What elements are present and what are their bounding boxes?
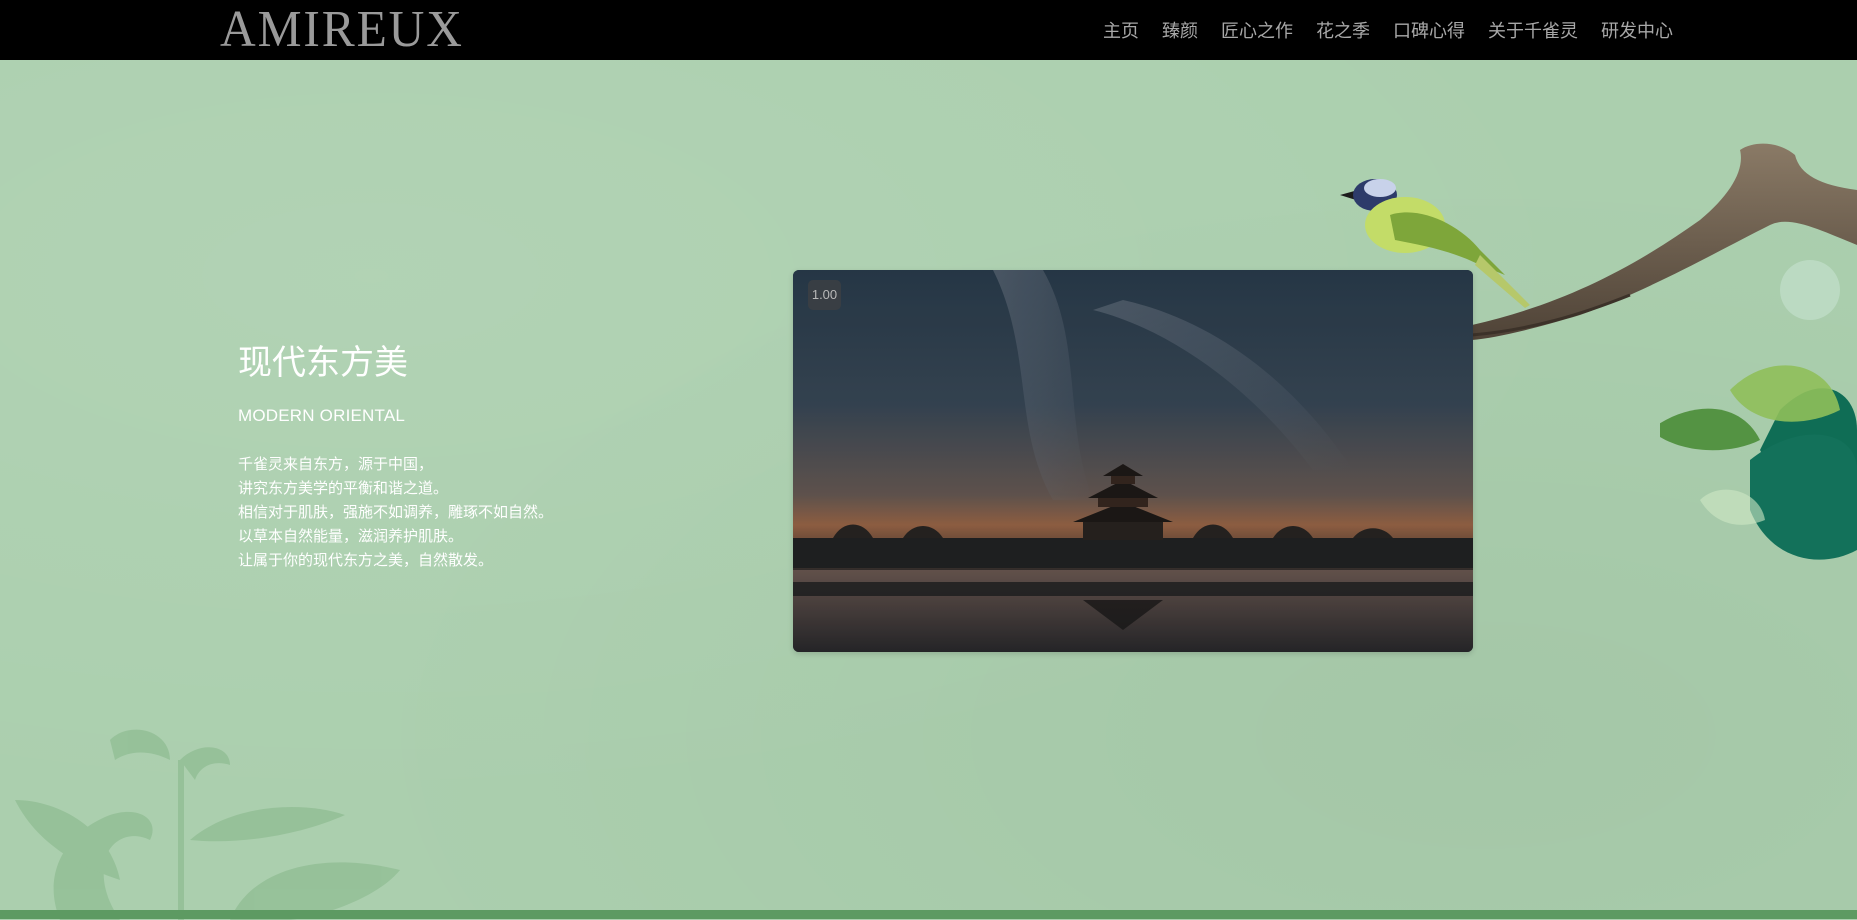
video-player[interactable]: 1.00 xyxy=(793,270,1473,652)
hero-title: 现代东方美 xyxy=(238,343,408,383)
leaf-illustration-icon xyxy=(1660,260,1857,560)
palace-photo-icon xyxy=(793,270,1473,652)
hero-line: 讲究东方美学的平衡和谐之道。 xyxy=(238,479,449,497)
top-navigation-bar: AMIREUX 主页 臻颜 匠心之作 花之季 口碑心得 关于千雀灵 研发中心 xyxy=(0,0,1857,60)
nav-item-home[interactable]: 主页 xyxy=(1103,17,1139,43)
brand-logo[interactable]: AMIREUX xyxy=(220,3,464,57)
nav-item-zhenyan[interactable]: 臻颜 xyxy=(1162,17,1198,43)
playback-speed-badge[interactable]: 1.00 xyxy=(808,280,841,310)
leaf-watermark-icon xyxy=(15,729,400,920)
nav-item-craftsmanship[interactable]: 匠心之作 xyxy=(1221,17,1293,43)
bottom-strip xyxy=(0,910,1857,919)
main-nav: 主页 臻颜 匠心之作 花之季 口碑心得 关于千雀灵 研发中心 xyxy=(1103,0,1673,60)
hero-line: 相信对于肌肤，强施不如调养，雕琢不如自然。 xyxy=(238,503,554,521)
nav-item-rnd-center[interactable]: 研发中心 xyxy=(1601,17,1673,43)
hero-subtitle: MODERN ORIENTAL xyxy=(238,406,406,425)
nav-item-about[interactable]: 关于千雀灵 xyxy=(1488,17,1578,43)
hero-line: 让属于你的现代东方之美，自然散发。 xyxy=(238,551,494,569)
nav-item-flower-season[interactable]: 花之季 xyxy=(1316,17,1370,43)
hero-line: 以草本自然能量，滋润养护肌肤。 xyxy=(238,527,464,545)
nav-item-reviews[interactable]: 口碑心得 xyxy=(1393,17,1465,43)
hero-description: 千雀灵来自东方，源于中国， 讲究东方美学的平衡和谐之道。 相信对于肌肤，强施不如… xyxy=(238,452,553,572)
hero-line: 千雀灵来自东方，源于中国， xyxy=(238,455,434,473)
hero-text-block: 现代东方美 MODERN ORIENTAL 千雀灵来自东方，源于中国， 讲究东方… xyxy=(238,340,553,572)
